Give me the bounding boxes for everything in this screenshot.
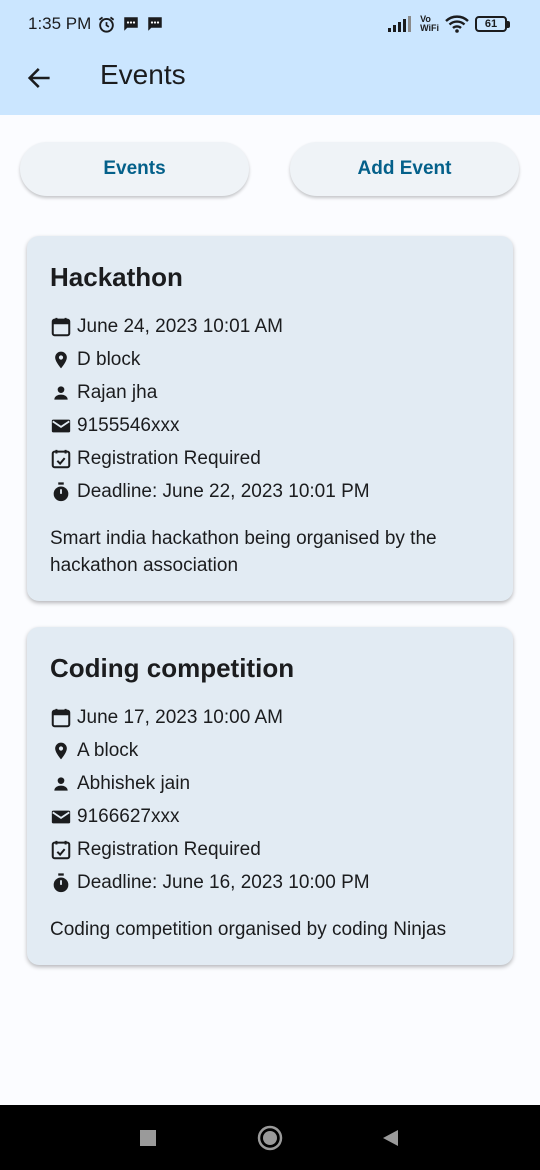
event-contact: 9166627xxx [77, 805, 180, 827]
timer-icon [50, 481, 72, 503]
event-card[interactable]: Hackathon June 24, 2023 10:01 AM D block… [27, 236, 513, 601]
page-title: Events [100, 59, 186, 90]
recents-button[interactable] [136, 1123, 160, 1153]
back-button[interactable] [22, 61, 56, 95]
event-registration-row: Registration Required [50, 442, 491, 475]
event-organizer: Abhishek jain [77, 772, 191, 794]
event-registration-row: Registration Required [50, 833, 491, 866]
event-organizer: Rajan jha [77, 381, 158, 403]
battery-level: 61 [475, 16, 507, 32]
event-available-icon [50, 448, 72, 470]
back-nav-button[interactable] [378, 1123, 402, 1153]
triangle-back-icon [383, 1130, 398, 1146]
location-pin-icon [50, 349, 72, 371]
home-button[interactable] [254, 1123, 286, 1153]
wifi-icon [445, 15, 469, 33]
event-location-row: A block [50, 734, 491, 767]
add-event-button[interactable]: Add Event [290, 142, 519, 196]
vowifi-bottom-label: WiFi [420, 23, 439, 33]
event-location-row: D block [50, 343, 491, 376]
event-organizer-row: Abhishek jain [50, 767, 491, 800]
event-date: June 17, 2023 10:00 AM [77, 706, 283, 728]
event-title: Coding competition [50, 653, 295, 683]
event-description: Smart india hackathon being organised by… [50, 528, 437, 576]
circle-icon [257, 1125, 283, 1151]
event-description: Coding competition organised by coding N… [50, 919, 447, 940]
event-location: A block [77, 739, 139, 761]
event-card[interactable]: Coding competition June 17, 2023 10:00 A… [27, 627, 513, 965]
status-time: 1:35 PM [28, 14, 92, 33]
vowifi-indicator: Vo WiFi [420, 15, 439, 33]
top-bar-background: 1:35 PM Vo WiFi 61 Events [0, 0, 540, 115]
system-navigation-bar [0, 1105, 540, 1170]
arrow-left-icon [27, 68, 50, 88]
signal-icon [388, 16, 412, 32]
person-icon [50, 382, 72, 404]
event-date-row: June 24, 2023 10:01 AM [50, 310, 491, 343]
status-bar: 1:35 PM Vo WiFi 61 [0, 0, 540, 48]
event-date-row: June 17, 2023 10:00 AM [50, 701, 491, 734]
event-deadline: Deadline: June 16, 2023 10:00 PM [77, 871, 370, 893]
event-available-icon [50, 839, 72, 861]
calendar-icon [50, 707, 72, 729]
app-bar: Events [0, 48, 540, 115]
email-icon [50, 806, 72, 828]
event-registration: Registration Required [77, 447, 261, 469]
event-title: Hackathon [50, 262, 183, 292]
event-registration: Registration Required [77, 838, 261, 860]
event-contact-row: 9155546xxx [50, 409, 491, 442]
event-location: D block [77, 348, 141, 370]
event-organizer-row: Rajan jha [50, 376, 491, 409]
event-contact-row: 9166627xxx [50, 800, 491, 833]
email-icon [50, 415, 72, 437]
message-icon [146, 15, 164, 33]
message-icon [122, 15, 140, 33]
location-pin-icon [50, 740, 72, 762]
event-deadline-row: Deadline: June 16, 2023 10:00 PM [50, 866, 491, 899]
event-date: June 24, 2023 10:01 AM [77, 315, 283, 337]
event-deadline: Deadline: June 22, 2023 10:01 PM [77, 480, 370, 502]
person-icon [50, 773, 72, 795]
calendar-icon [50, 316, 72, 338]
square-icon [140, 1130, 156, 1146]
timer-icon [50, 872, 72, 894]
events-button[interactable]: Events [20, 142, 249, 196]
battery-icon: 61 [475, 16, 510, 32]
event-contact: 9155546xxx [77, 414, 180, 436]
event-deadline-row: Deadline: June 22, 2023 10:01 PM [50, 475, 491, 508]
alarm-icon [97, 15, 116, 34]
